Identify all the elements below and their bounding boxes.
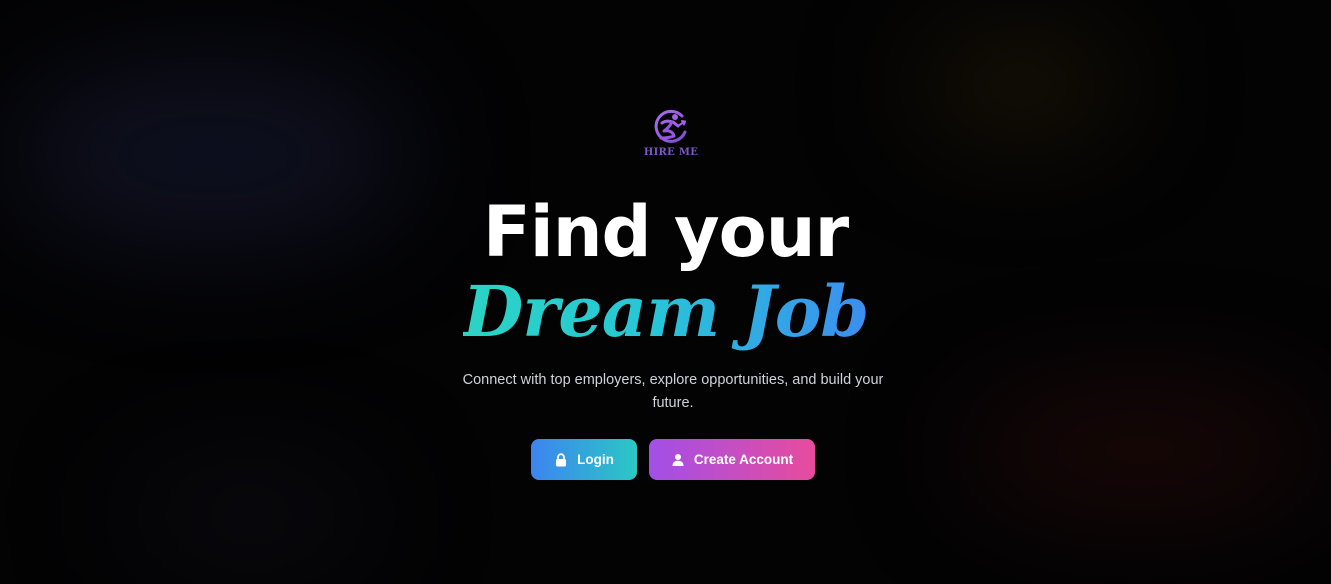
headline-line-2: Dream Job <box>0 268 1331 356</box>
create-account-button-label: Create Account <box>693 452 794 467</box>
background-glow-bottom-right <box>960 395 1320 505</box>
login-button[interactable]: Login <box>531 439 637 480</box>
landing-page: HIRE ME Find your Dream Job Connect with… <box>0 0 1331 584</box>
create-account-button[interactable]: Create Account <box>649 439 815 480</box>
hero-subtitle: Connect with top employers, explore oppo… <box>462 372 884 411</box>
brand-name: HIRE ME <box>643 147 699 158</box>
login-button-label: Login <box>577 452 614 467</box>
lock-icon <box>554 452 568 467</box>
user-icon <box>671 453 685 467</box>
running-person-logo-icon <box>654 109 687 143</box>
headline-line-1: Find your <box>482 191 849 273</box>
brand-logo[interactable]: HIRE ME <box>640 108 702 168</box>
background-glow-top-right <box>910 30 1130 140</box>
background-glow-bottom-left <box>120 470 380 560</box>
headline-accent-text: Dream Job <box>462 270 870 353</box>
